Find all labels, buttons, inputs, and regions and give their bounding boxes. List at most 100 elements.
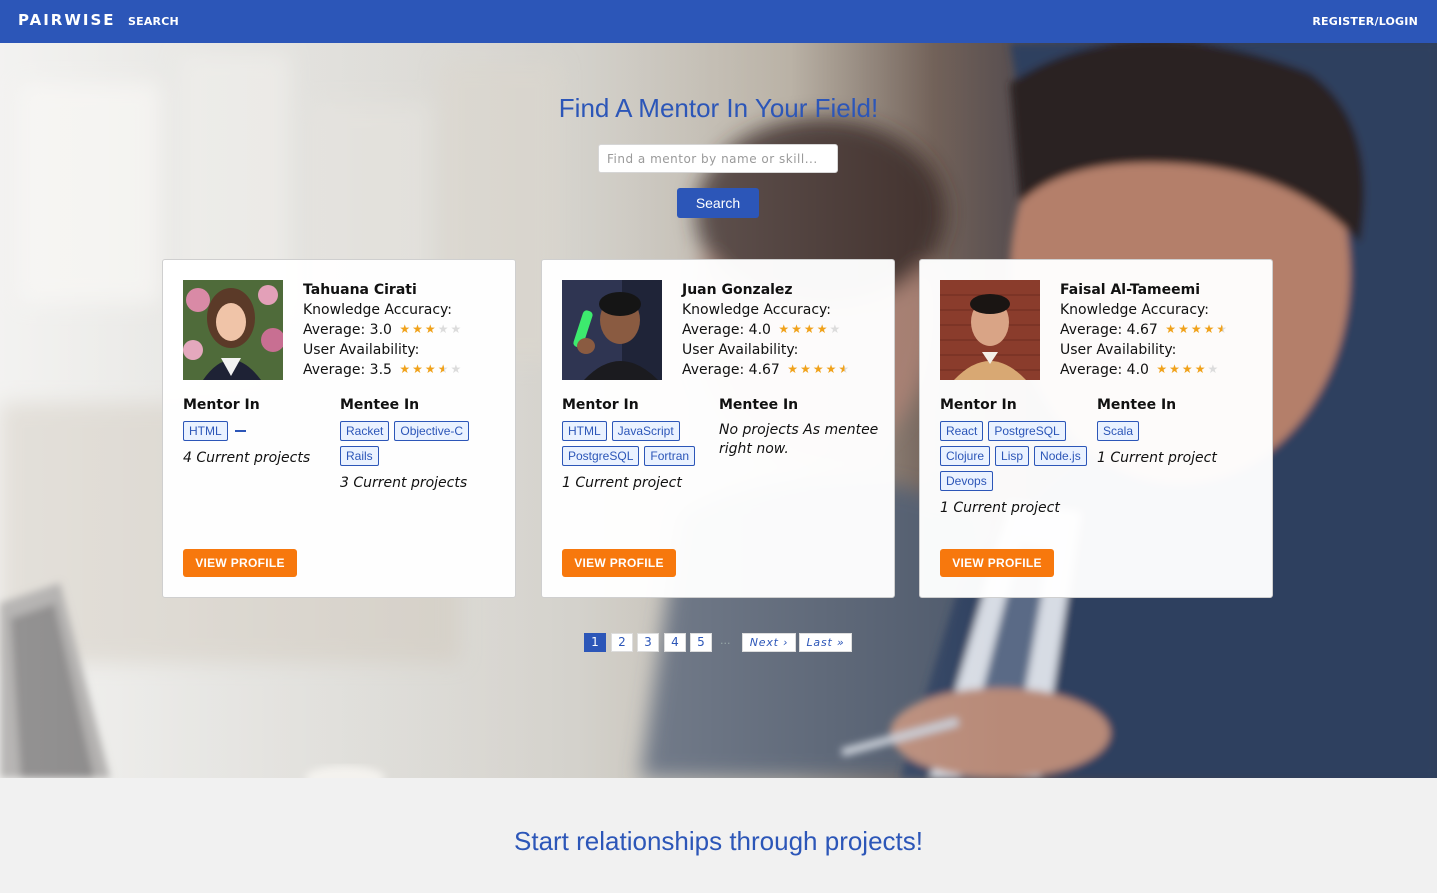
mentor-in-heading: Mentor In <box>183 397 260 413</box>
view-profile-button[interactable]: VIEW PROFILE <box>183 549 297 577</box>
star-icon: ★ <box>1181 362 1195 376</box>
half-star-icon: ★ <box>1216 322 1230 336</box>
top-navbar: PAIRWISE SEARCH REGISTER/LOGIN <box>0 0 1437 43</box>
star-icon: ★ <box>791 322 804 336</box>
availability-average-value: 4.67 <box>748 362 780 378</box>
star-icon: ★ <box>1194 362 1208 376</box>
skill-tag[interactable]: Objective-C <box>394 421 470 441</box>
skill-tag[interactable]: PostgreSQL <box>562 446 640 466</box>
empty-star-icon: ★ <box>829 322 843 336</box>
knowledge-average: Average: 4.0 ★★★★★ <box>682 322 842 338</box>
half-star-icon: ★ <box>437 362 451 376</box>
mentor-name[interactable]: Tahuana Cirati <box>303 282 417 298</box>
brand-logo[interactable]: PAIRWISE <box>18 11 116 29</box>
knowledge-star-rating: ★★★★★ <box>399 322 463 336</box>
knowledge-average-value: 4.0 <box>748 322 771 338</box>
star-icon: ★ <box>1169 362 1182 376</box>
page-4-button[interactable]: 4 <box>664 633 686 652</box>
mentor-in-heading: Mentor In <box>562 397 639 413</box>
skill-tag[interactable]: PostgreSQL <box>988 421 1066 441</box>
mentee-in-section: Mentee In No projects As mentee right no… <box>719 397 879 459</box>
mentor-project-count: 1 Current project <box>940 500 1060 516</box>
mentee-empty-note: No projects As mentee right now. <box>719 422 879 457</box>
page-5-button[interactable]: 5 <box>690 633 712 652</box>
knowledge-star-rating: ★★★★★ <box>778 322 842 336</box>
star-icon: ★ <box>412 322 425 336</box>
nav-search-link[interactable]: SEARCH <box>128 15 179 28</box>
knowledge-average-value: 4.67 <box>1126 322 1158 338</box>
skill-tag[interactable]: Fortran <box>644 446 696 466</box>
view-profile-button[interactable]: VIEW PROFILE <box>562 549 676 577</box>
star-icon: ★ <box>1203 322 1217 336</box>
divider <box>234 430 246 432</box>
skill-tag[interactable]: Devops <box>940 471 993 491</box>
skill-tag[interactable]: Clojure <box>940 446 991 466</box>
skill-tag[interactable]: React <box>940 421 984 441</box>
star-icon: ★ <box>1165 322 1179 336</box>
next-page-button[interactable]: Next › <box>742 633 796 652</box>
star-icon: ★ <box>424 362 438 376</box>
search-button[interactable]: Search <box>677 188 759 218</box>
star-icon: ★ <box>803 322 817 336</box>
availability-star-rating: ★★★★★ <box>399 362 463 376</box>
mentor-project-count: 1 Current project <box>562 475 682 491</box>
availability-average-value: 4.0 <box>1126 362 1149 378</box>
skill-tag[interactable]: JavaScript <box>611 421 680 441</box>
skill-tag[interactable]: HTML <box>183 421 228 441</box>
pagination-ellipsis: ... <box>720 634 731 647</box>
star-icon: ★ <box>1178 322 1191 336</box>
skill-tag[interactable]: Racket <box>340 421 390 441</box>
skill-tag[interactable]: Rails <box>340 446 379 466</box>
mentee-in-section: Mentee In Racket Objective-C Rails 3 Cur… <box>340 397 500 491</box>
mentor-skill-tags: HTML JavaScript PostgreSQL Fortran <box>562 421 722 466</box>
star-icon: ★ <box>399 322 413 336</box>
knowledge-average-value: 3.0 <box>369 322 392 338</box>
mentor-card: Juan Gonzalez Knowledge Accuracy: Averag… <box>541 259 895 598</box>
knowledge-star-rating: ★★★★★ <box>1165 322 1229 336</box>
skill-tag[interactable]: HTML <box>562 421 607 441</box>
nav-register-login-link[interactable]: REGISTER/LOGIN <box>1312 15 1418 28</box>
mentor-name[interactable]: Juan Gonzalez <box>682 282 793 298</box>
average-label: Average: <box>303 362 366 378</box>
star-icon: ★ <box>1190 322 1204 336</box>
availability-star-rating: ★★★★★ <box>787 362 851 376</box>
mentor-in-section: Mentor In HTML 4 Current projects <box>183 397 343 466</box>
page-1-button[interactable]: 1 <box>584 633 606 652</box>
skill-tag[interactable]: Lisp <box>995 446 1030 466</box>
knowledge-accuracy-label: Knowledge Accuracy: <box>303 302 453 318</box>
mentor-avatar <box>940 280 1040 380</box>
page-3-button[interactable]: 3 <box>637 633 659 652</box>
hero-title: Find A Mentor In Your Field! <box>558 93 879 123</box>
star-icon: ★ <box>800 362 813 376</box>
mentee-in-section: Mentee In Scala 1 Current project <box>1097 397 1257 466</box>
mentor-search-input[interactable] <box>598 144 838 173</box>
star-icon: ★ <box>812 362 826 376</box>
mentor-skill-tags: HTML <box>183 421 343 441</box>
mentor-card: Faisal Al-Tameemi Knowledge Accuracy: Av… <box>919 259 1273 598</box>
mentor-project-count: 4 Current projects <box>183 450 311 466</box>
star-icon: ★ <box>399 362 413 376</box>
empty-star-icon: ★ <box>450 362 464 376</box>
availability-star-rating: ★★★★★ <box>1156 362 1220 376</box>
mentor-in-section: Mentor In React PostgreSQL Clojure Lisp … <box>940 397 1100 516</box>
star-icon: ★ <box>787 362 801 376</box>
empty-star-icon: ★ <box>437 322 451 336</box>
average-label: Average: <box>682 362 745 378</box>
section-tagline: Start relationships through projects! <box>514 826 923 856</box>
star-icon: ★ <box>778 322 792 336</box>
average-label: Average: <box>682 322 745 338</box>
star-icon: ★ <box>412 362 425 376</box>
empty-star-icon: ★ <box>450 322 464 336</box>
mentee-in-heading: Mentee In <box>1097 397 1177 413</box>
mentor-name[interactable]: Faisal Al-Tameemi <box>1060 282 1200 298</box>
mentor-avatar <box>562 280 662 380</box>
page-2-button[interactable]: 2 <box>611 633 633 652</box>
skill-tag[interactable]: Scala <box>1097 421 1140 441</box>
last-page-button[interactable]: Last » <box>799 633 852 652</box>
view-profile-button[interactable]: VIEW PROFILE <box>940 549 1054 577</box>
mentor-in-heading: Mentor In <box>940 397 1017 413</box>
knowledge-average: Average: 3.0 ★★★★★ <box>303 322 463 338</box>
skill-tag[interactable]: Node.js <box>1034 446 1087 466</box>
average-label: Average: <box>1060 322 1123 338</box>
hero-section: Find A Mentor In Your Field! Search Tahu… <box>0 43 1437 778</box>
